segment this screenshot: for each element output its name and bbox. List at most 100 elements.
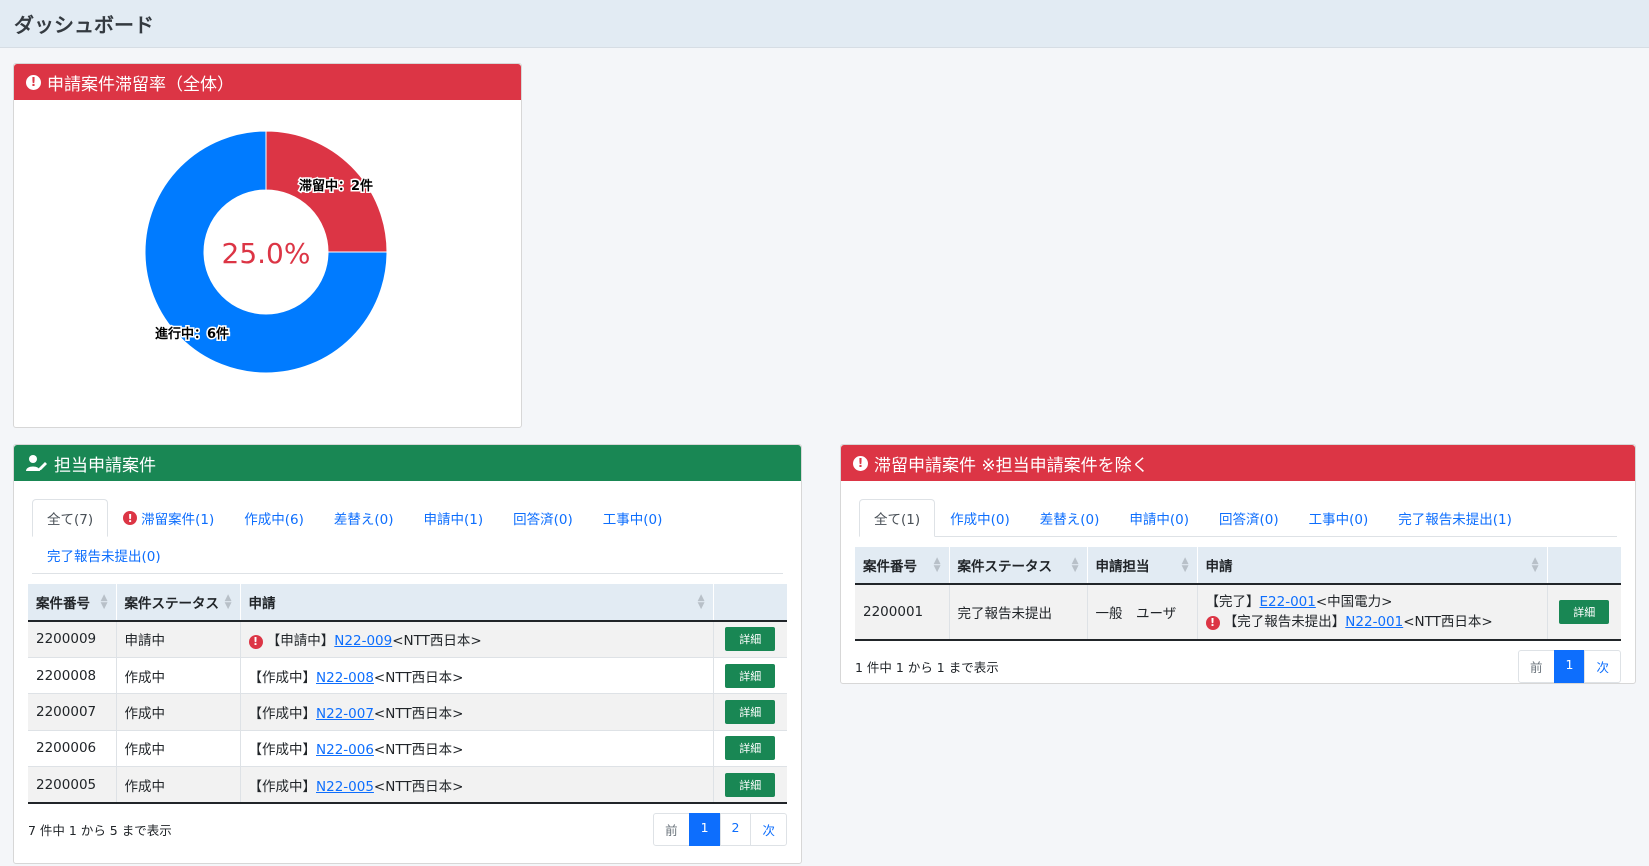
case-link[interactable]: N22-007 — [316, 706, 374, 722]
tab-answered[interactable]: 回答済(0) — [498, 499, 588, 537]
application-suffix: <中国電力> — [1315, 594, 1393, 610]
assigned-table-info: 7 件中 1 から 5 まで表示 — [28, 822, 172, 838]
application-prefix: 【申請中】 — [266, 633, 335, 650]
cell-application: 【作成中】N22-006<NTT西日本> — [240, 730, 714, 768]
tab-applying[interactable]: 申請中(0) — [1114, 499, 1204, 537]
sort-icon: ▲ ▼ — [1181, 556, 1189, 574]
case-link[interactable]: N22-009 — [334, 633, 392, 649]
donut-chart: 25.0% 滞留中：2件 進行中：6件 — [144, 130, 388, 374]
pager-prev[interactable]: 前 — [653, 812, 690, 846]
case-link[interactable]: N22-001 — [1345, 614, 1403, 630]
tab-applying[interactable]: 申請中(1) — [409, 499, 499, 537]
application-suffix: <NTT西日本> — [373, 742, 464, 759]
pager-next[interactable]: 次 — [1584, 650, 1621, 683]
tab-construction[interactable]: 工事中(0) — [1294, 499, 1384, 537]
tab-report-pending[interactable]: 完了報告未提出(0) — [32, 536, 176, 574]
tab-replacing[interactable]: 差替え(0) — [1025, 499, 1115, 537]
table-row: 2200005 作成中 【作成中】N22-005<NTT西日本> 詳細 — [28, 766, 787, 804]
column-header-case-no[interactable]: 案件番号 ▲ ▼ — [28, 584, 117, 622]
alert-icon: ! — [853, 455, 868, 471]
cell-status: 作成中 — [116, 730, 241, 768]
alert-icon: ! — [26, 74, 41, 90]
case-link[interactable]: N22-008 — [316, 670, 374, 686]
cell-application: 【作成中】N22-008<NTT西日本> — [240, 657, 714, 695]
application-prefix: 【作成中】 — [248, 742, 317, 759]
pager-prev[interactable]: 前 — [1518, 650, 1555, 683]
tab-all[interactable]: 全て(7) — [32, 499, 109, 537]
cell-application: 【完了】E22-001<中国電力> ! 【完了報告未提出】N22-001<NTT… — [1197, 584, 1548, 641]
cell-application: ! 【申請中】N22-009<NTT西日本> — [240, 621, 714, 658]
page-title: ダッシュボード — [14, 13, 154, 37]
alert-icon: ! — [248, 634, 263, 649]
table-row: 2200008 作成中 【作成中】N22-008<NTT西日本> 詳細 — [28, 657, 787, 695]
cell-status: 作成中 — [116, 693, 241, 731]
tab-all[interactable]: 全て(1) — [859, 499, 936, 537]
cell-case-no: 2200007 — [28, 693, 117, 731]
assigned-card: 担当申請案件 全て(7) ! 滞留案件(1) 作成中(6) 差替え(0) 申請中(… — [13, 444, 802, 864]
tab-label: 作成中(6) — [244, 512, 304, 528]
detail-button[interactable]: 詳細 — [725, 736, 776, 761]
case-link[interactable]: N22-005 — [316, 779, 374, 795]
column-label: 案件ステータス — [957, 559, 1053, 575]
assigned-card-header: 担当申請案件 — [14, 445, 801, 481]
column-header-status[interactable]: 案件ステータス ▲ ▼ — [949, 547, 1088, 585]
cell-status: 完了報告未提出 — [949, 584, 1088, 641]
column-header-action — [1547, 547, 1621, 585]
column-header-owner[interactable]: 申請担当 ▲ ▼ — [1087, 547, 1198, 585]
cell-application: 【作成中】N22-005<NTT西日本> — [240, 766, 714, 804]
tab-creating[interactable]: 作成中(6) — [229, 499, 319, 537]
column-label: 案件ステータス — [124, 596, 220, 612]
slice-label-stalled: 滞留中：2件 — [299, 178, 373, 194]
column-header-application[interactable]: 申請 ▲ ▼ — [1197, 547, 1548, 585]
alert-icon: ! — [1205, 615, 1220, 630]
slice-label-progress: 進行中：6件 — [155, 326, 229, 342]
application-prefix: 【作成中】 — [248, 705, 317, 722]
stalled-tabs: 全て(1) 作成中(0) 差替え(0) 申請中(0) 回答済(0) 工事中(0)… — [859, 499, 1617, 537]
tab-stalled[interactable]: ! 滞留案件(1) — [108, 499, 229, 537]
pager-page-1[interactable]: 1 — [688, 812, 721, 846]
tab-label: 申請中(1) — [423, 512, 484, 528]
case-link[interactable]: N22-006 — [316, 742, 374, 758]
cell-action: 詳細 — [713, 693, 787, 731]
case-link[interactable]: E22-001 — [1260, 594, 1316, 610]
pager-page-2[interactable]: 2 — [719, 812, 752, 846]
column-header-case-no[interactable]: 案件番号 ▲ ▼ — [855, 547, 950, 585]
stalled-card-header: ! 滞留申請案件 ※担当申請案件を除く — [841, 445, 1635, 481]
detail-button[interactable]: 詳細 — [1559, 600, 1610, 624]
sort-icon: ▲ ▼ — [933, 556, 941, 574]
pager-page-1[interactable]: 1 — [1553, 650, 1586, 683]
cell-owner: 一般 ユーザ — [1087, 584, 1198, 641]
pager-next[interactable]: 次 — [750, 812, 787, 846]
column-header-action — [713, 584, 787, 622]
detail-button[interactable]: 詳細 — [725, 772, 776, 797]
table-row: 2200009 申請中! 【申請中】N22-009<NTT西日本> 詳細 — [28, 621, 787, 658]
assigned-tabs: 全て(7) ! 滞留案件(1) 作成中(6) 差替え(0) 申請中(1) 回答済(… — [32, 499, 783, 574]
detail-button[interactable]: 詳細 — [725, 663, 776, 688]
cell-case-no: 2200001 — [855, 584, 950, 641]
tab-creating[interactable]: 作成中(0) — [935, 499, 1025, 537]
stalled-card: ! 滞留申請案件 ※担当申請案件を除く 全て(1) 作成中(0) 差替え(0) … — [840, 444, 1636, 684]
tab-label: 全て(1) — [874, 512, 921, 528]
tab-label: 回答済(0) — [513, 512, 573, 528]
tab-label: 工事中(0) — [602, 512, 663, 528]
cell-action: 詳細 — [713, 730, 787, 768]
assigned-pager: 前 1 2 次 — [653, 812, 787, 846]
tab-label: 回答済(0) — [1219, 512, 1279, 528]
tab-replacing[interactable]: 差替え(0) — [319, 499, 409, 537]
application-suffix: <NTT西日本> — [373, 778, 464, 795]
assigned-card-title: 担当申請案件 — [54, 455, 156, 476]
sort-icon: ▲ ▼ — [224, 593, 232, 611]
tab-label: 差替え(0) — [1039, 512, 1100, 528]
cell-case-no: 2200006 — [28, 730, 117, 768]
detail-button[interactable]: 詳細 — [725, 627, 776, 652]
cell-action: 詳細 — [1547, 584, 1621, 641]
cell-application: 【作成中】N22-007<NTT西日本> — [240, 693, 714, 731]
column-label: 案件番号 — [36, 596, 90, 612]
application-prefix: 【作成中】 — [248, 669, 317, 686]
tab-report-pending[interactable]: 完了報告未提出(1) — [1383, 499, 1527, 537]
column-header-status[interactable]: 案件ステータス ▲ ▼ — [116, 584, 241, 622]
detail-button[interactable]: 詳細 — [725, 699, 776, 724]
column-header-application[interactable]: 申請 ▲ ▼ — [240, 584, 714, 622]
tab-construction[interactable]: 工事中(0) — [588, 499, 678, 537]
tab-answered[interactable]: 回答済(0) — [1204, 499, 1294, 537]
